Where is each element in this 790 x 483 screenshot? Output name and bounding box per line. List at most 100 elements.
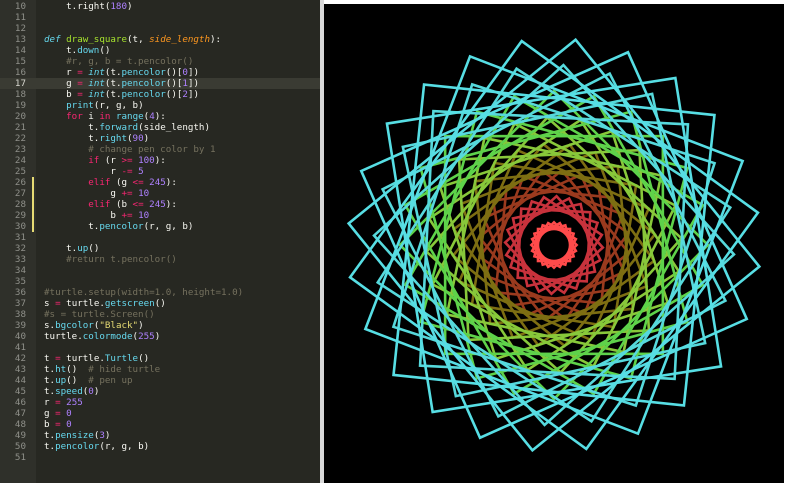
code-token: b: [44, 89, 78, 100]
code-line[interactable]: 19 print(r, g, b): [0, 100, 320, 111]
code-text: #r, g, b = t.pencolor(): [44, 56, 193, 67]
code-token: draw_square: [66, 34, 127, 45]
code-line[interactable]: 18 b = int(t.pencolor()[2]): [0, 89, 320, 100]
line-number: 29: [14, 210, 26, 221]
code-token: ]): [187, 78, 200, 89]
line-number: 19: [14, 100, 26, 111]
code-line[interactable]: 30 t.pencolor(r, g, b): [0, 221, 320, 232]
line-number: 37: [14, 298, 26, 309]
code-line[interactable]: 28 elif (b <= 245):: [0, 199, 320, 210]
modified-line-marker: [32, 210, 34, 221]
code-token: t.: [44, 133, 100, 144]
code-token: t: [44, 353, 56, 364]
code-line[interactable]: 43 t.ht() # hide turtle: [0, 364, 320, 375]
code-line[interactable]: 33 #return t.pencolor(): [0, 254, 320, 265]
code-line[interactable]: 10 t.right(180): [0, 1, 320, 12]
line-number: 20: [14, 111, 26, 122]
code-line[interactable]: 46 r = 255: [0, 397, 320, 408]
code-line[interactable]: 41: [0, 342, 320, 353]
code-token: # hide turtle: [88, 364, 161, 375]
code-line[interactable]: 25 r -= 5: [0, 166, 320, 177]
line-number: 30: [14, 221, 26, 232]
line-number: 50: [14, 441, 26, 452]
code-line[interactable]: 21 t.forward(side_length): [0, 122, 320, 133]
code-line[interactable]: 26 elif (g <= 245):: [0, 177, 320, 188]
code-line[interactable]: 27 g += 10: [0, 188, 320, 199]
code-line[interactable]: 47 g = 0: [0, 408, 320, 419]
code-token: in: [99, 111, 111, 122]
code-token: #return t.pencolor(): [44, 254, 177, 265]
turtle-canvas: [324, 4, 784, 483]
code-line[interactable]: 31: [0, 232, 320, 243]
line-number: 33: [14, 254, 26, 265]
code-text: t.pencolor(r, g, b): [44, 221, 193, 232]
code-line[interactable]: 20 for i in range(4):: [0, 111, 320, 122]
code-line[interactable]: 48 b = 0: [0, 419, 320, 430]
code-token: t.: [44, 375, 56, 386]
code-token: t.: [44, 441, 56, 452]
code-text: t.forward(side_length): [44, 122, 210, 133]
code-text: s.bgcolor("Black"): [44, 320, 144, 331]
code-text: b = 0: [44, 419, 72, 430]
code-token: pensize: [55, 430, 94, 441]
code-token: ):: [154, 111, 166, 122]
code-line[interactable]: 16 r = int(t.pencolor()[0]): [0, 67, 320, 78]
code-text: t.pensize(3): [44, 430, 110, 441]
code-line[interactable]: 15 #r, g, b = t.pencolor(): [0, 56, 320, 67]
code-line[interactable]: 32 t.up(): [0, 243, 320, 254]
line-number: 32: [14, 243, 26, 254]
line-number: 14: [14, 45, 26, 56]
code-line[interactable]: 40 turtle.colormode(255): [0, 331, 320, 342]
code-token: up: [55, 375, 67, 386]
code-token: (t.: [104, 89, 122, 100]
code-line[interactable]: 50 t.pencolor(r, g, b): [0, 441, 320, 452]
line-number: 28: [14, 199, 26, 210]
code-token: b: [44, 419, 56, 430]
code-text: t.up(): [44, 243, 99, 254]
code-line[interactable]: 35: [0, 276, 320, 287]
code-token: ()[: [165, 67, 183, 78]
modified-line-marker: [32, 221, 34, 232]
code-token: pencolor: [121, 78, 166, 89]
code-line[interactable]: 13 def draw_square(t, side_length):: [0, 34, 320, 45]
code-line[interactable]: 12: [0, 23, 320, 34]
code-token: colormode: [82, 331, 133, 342]
code-text: t.pencolor(r, g, b): [44, 441, 149, 452]
code-line[interactable]: 37 s = turtle.getscreen(): [0, 298, 320, 309]
code-line[interactable]: 36 #turtle.setup(width=1.0, height=1.0): [0, 287, 320, 298]
code-text: r = int(t.pencolor()[0]): [44, 67, 199, 78]
code-token: t.: [44, 122, 100, 133]
line-number: 24: [14, 155, 26, 166]
code-token: (r, g, b): [143, 221, 194, 232]
code-line[interactable]: 29 b += 10: [0, 210, 320, 221]
line-number: 36: [14, 287, 26, 298]
code-line[interactable]: 17 g = int(t.pencolor()[1]): [0, 78, 320, 89]
code-text: turtle.colormode(255): [44, 331, 160, 342]
code-token: 245: [149, 199, 166, 210]
turtle-square: [511, 202, 597, 288]
code-line[interactable]: 39 s.bgcolor("Black"): [0, 320, 320, 331]
code-line[interactable]: 34: [0, 265, 320, 276]
code-token: 0: [66, 408, 72, 419]
code-line[interactable]: 24 if (r >= 100):: [0, 155, 320, 166]
code-token: 180: [110, 1, 127, 12]
code-line[interactable]: 51: [0, 452, 320, 463]
code-line[interactable]: 11: [0, 12, 320, 23]
code-line[interactable]: 14 t.down(): [0, 45, 320, 56]
code-token: 255: [138, 331, 155, 342]
turtle-square: [508, 199, 600, 291]
code-line[interactable]: 44 t.up() # pen up: [0, 375, 320, 386]
code-line[interactable]: 23 # change pen color by 1: [0, 144, 320, 155]
code-line[interactable]: 22 t.right(90): [0, 133, 320, 144]
code-editor[interactable]: 10 t.right(180) 11 12 13 def draw_square(t, …: [0, 0, 320, 483]
code-line[interactable]: 38 #s = turtle.Screen(): [0, 309, 320, 320]
code-line[interactable]: 42 t = turtle.Turtle(): [0, 353, 320, 364]
code-token: #turtle.setup(width=1.0, height=1.0): [44, 287, 244, 298]
turtle-square: [445, 136, 663, 354]
code-text: s = turtle.getscreen(): [44, 298, 166, 309]
code-line[interactable]: 45 t.speed(0): [0, 386, 320, 397]
code-token: >=: [121, 155, 133, 166]
code-line[interactable]: 49 t.pensize(3): [0, 430, 320, 441]
